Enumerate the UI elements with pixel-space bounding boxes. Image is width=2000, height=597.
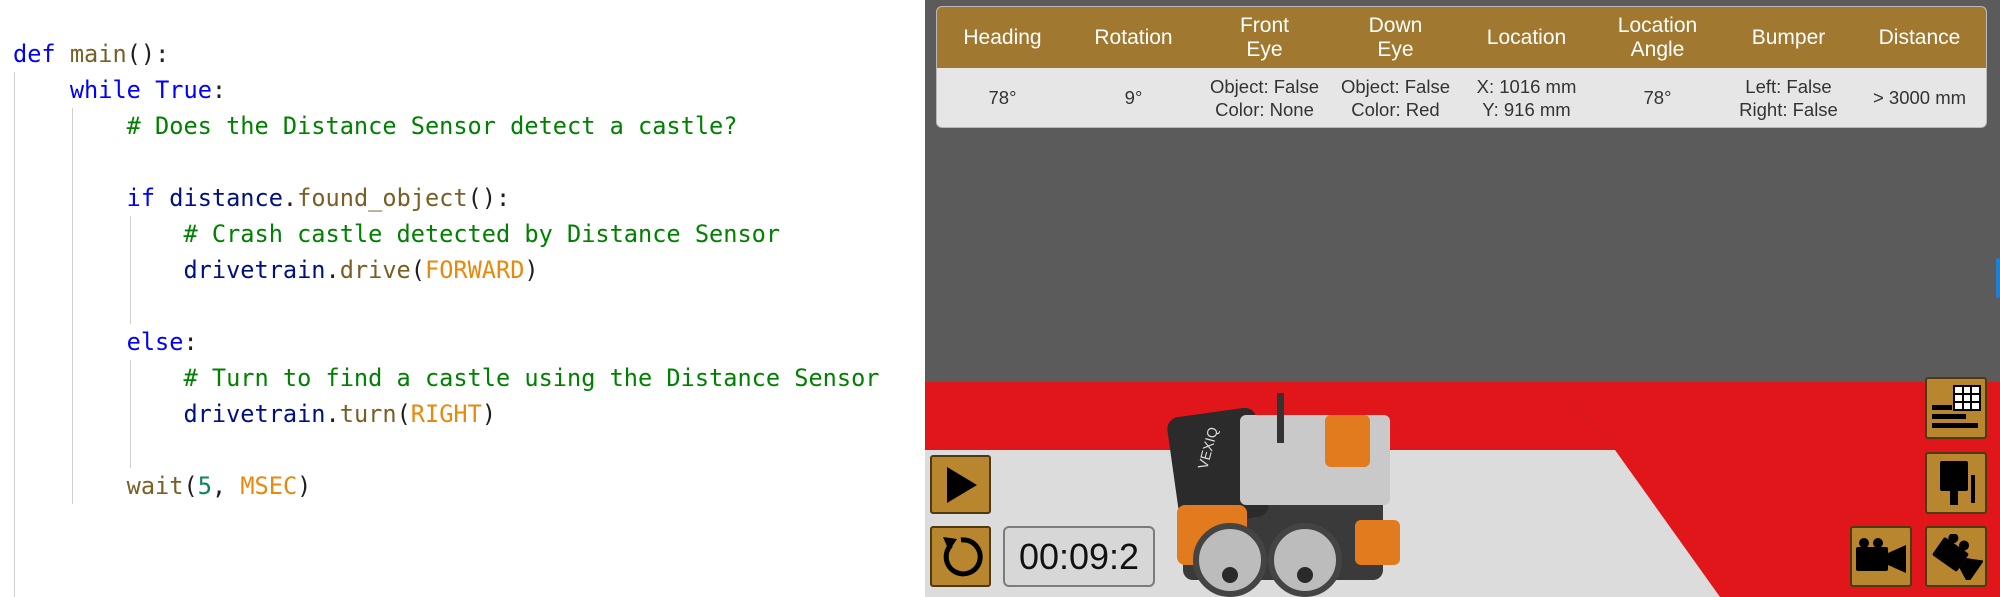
code-line-wait[interactable]: wait(5, MSEC)	[13, 468, 312, 504]
keyword-else: else	[126, 328, 184, 356]
code-comment: # Does the Distance Sensor detect a cast…	[126, 112, 738, 140]
indent-guide	[72, 108, 73, 504]
code-line-while[interactable]: while True:	[13, 72, 226, 108]
sensor-header-cell: Location Angle	[1617, 13, 1698, 61]
keyword-while: while	[69, 76, 141, 104]
camera-follow-icon	[1856, 537, 1906, 573]
sensor-dashboard-icon	[1932, 385, 1981, 428]
camera-angle-button[interactable]	[1925, 526, 1987, 587]
sensor-value-cell: Left: False Right: False	[1739, 75, 1838, 120]
keyword-if: if	[126, 184, 156, 212]
constant-msec: MSEC	[240, 472, 298, 500]
punctuation: :	[211, 76, 227, 104]
sensor-header-cell: Front Eye	[1239, 13, 1289, 61]
sensor-header-cell: Down Eye	[1368, 13, 1423, 61]
sensor-table-row: 78° 9° Object: False Color: None Object: Fa…	[937, 68, 1986, 127]
code-editor[interactable]: def main(): while True: # Does the Dista…	[0, 0, 925, 597]
sensor-dashboard-button[interactable]	[1925, 377, 1987, 439]
side-panel-handle[interactable]	[1996, 258, 2000, 298]
sensor-dashboard: Heading Rotation Front Eye Down Eye Location…	[937, 7, 1986, 127]
vr-simulator[interactable]: VEXIQ Heading Rotation Front Eye Down Eye Lo…	[925, 0, 2000, 597]
code-line-def[interactable]: def main():	[13, 36, 169, 72]
sensor-value-cell: Object: False Color: None	[1210, 75, 1319, 120]
camera-follow-button[interactable]	[1850, 526, 1912, 587]
code-line-if[interactable]: if distance.found_object():	[13, 180, 511, 216]
reset-button[interactable]	[930, 526, 991, 587]
sensor-table-header: Heading Rotation Front Eye Down Eye Location…	[937, 7, 1986, 68]
code-line-drive[interactable]: drivetrain.drive(FORWARD)	[13, 252, 538, 288]
sensor-header-cell: Location	[1486, 25, 1567, 49]
constant-forward: FORWARD	[424, 256, 525, 284]
sensor-value-cell: X: 1016 mm Y: 916 mm	[1476, 75, 1577, 120]
sensor-value-cell: Object: False Color: Red	[1341, 75, 1450, 120]
sensor-header-cell: Bumper	[1751, 25, 1826, 49]
punctuation: :	[183, 328, 198, 356]
code-line-comment-crash[interactable]: # Crash castle detected by Distance Sens…	[13, 216, 780, 252]
sensor-value-cell: 78°	[988, 87, 1017, 108]
robot-view-icon	[1940, 461, 1975, 505]
method-drive: drive	[339, 256, 411, 284]
code-comment: # Crash castle detected by Distance Sens…	[183, 220, 781, 248]
sensor-value-cell: 78°	[1643, 87, 1672, 108]
keyword-true: True	[155, 76, 212, 104]
method-found-object: found_object	[297, 184, 468, 212]
robot-view-button[interactable]	[1925, 452, 1987, 514]
code-line-comment-turn[interactable]: # Turn to find a castle using the Distan…	[13, 360, 880, 396]
punctuation: ():	[126, 40, 170, 68]
code-line-comment-detect[interactable]: # Does the Distance Sensor detect a cast…	[13, 108, 738, 144]
identifier-drivetrain: drivetrain	[183, 400, 326, 428]
identifier-distance: distance	[169, 184, 283, 212]
keyword-def: def	[13, 40, 56, 68]
code-comment: # Turn to find a castle using the Distan…	[183, 364, 880, 392]
run-timer: 00:09:2	[1003, 526, 1155, 587]
sensor-header-cell: Distance	[1878, 25, 1961, 49]
method-turn: turn	[339, 400, 397, 428]
sensor-header-cell: Rotation	[1094, 25, 1173, 49]
play-button[interactable]	[930, 455, 991, 514]
number-literal: 5	[197, 472, 212, 500]
code-line-turn[interactable]: drivetrain.turn(RIGHT)	[13, 396, 496, 432]
function-wait: wait	[126, 472, 184, 500]
constant-right: RIGHT	[410, 400, 482, 428]
vr-robot: VEXIQ	[1167, 393, 1400, 597]
function-name: main	[69, 40, 127, 68]
punctuation: ():	[467, 184, 511, 212]
code-line-else[interactable]: else:	[13, 324, 198, 360]
play-icon	[946, 466, 977, 503]
camera-angle-icon	[1932, 533, 1983, 580]
sensor-header-cell: Heading	[963, 25, 1042, 49]
sensor-value-cell: 9°	[1124, 87, 1143, 108]
sensor-value-cell: > 3000 mm	[1872, 87, 1967, 108]
identifier-drivetrain: drivetrain	[183, 256, 326, 284]
reset-icon	[942, 536, 983, 576]
